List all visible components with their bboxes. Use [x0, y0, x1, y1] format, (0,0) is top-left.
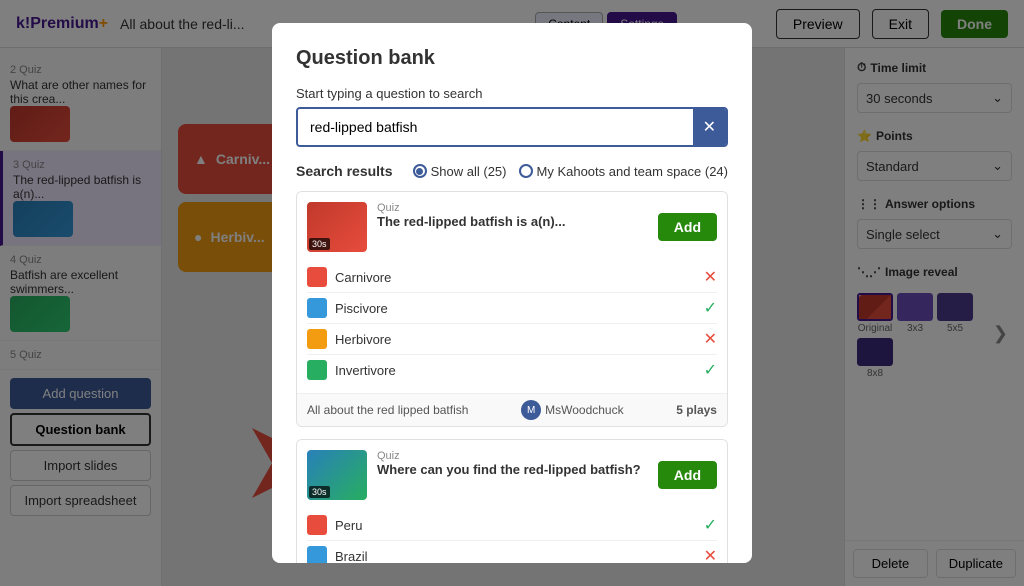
result-card-1: 30s Quiz The red-lipped batfish is a(n).…: [296, 191, 728, 427]
answer-icon-blue: [307, 546, 327, 563]
modal-overlay: Question bank Start typing a question to…: [0, 0, 1024, 586]
answer-text: Brazil: [335, 549, 696, 564]
results-header: Search results Show all (25) My Kahoots …: [296, 163, 728, 179]
question-bank-modal: Question bank Start typing a question to…: [272, 23, 752, 563]
result-card-2-info: Quiz Where can you find the red-lipped b…: [377, 450, 648, 477]
search-clear-button[interactable]: ✕: [693, 109, 726, 145]
show-all-label: Show all (25): [431, 164, 507, 179]
answer-correct-icon: ✓: [704, 298, 717, 318]
answer-row: Carnivore ✕: [307, 262, 717, 293]
result-card-1-question: The red-lipped batfish is a(n)...: [377, 214, 648, 229]
result-card-1-timer: 30s: [309, 238, 330, 250]
results-label: Search results: [296, 163, 393, 179]
search-row: ✕: [296, 107, 728, 147]
answer-icon-blue: [307, 298, 327, 318]
user-avatar: M: [521, 400, 541, 420]
answer-text: Herbivore: [335, 332, 696, 347]
result-card-2: 30s Quiz Where can you find the red-lipp…: [296, 439, 728, 563]
result-card-1-header: 30s Quiz The red-lipped batfish is a(n).…: [297, 192, 727, 262]
answer-icon-red: [307, 267, 327, 287]
answer-wrong-icon: ✕: [704, 546, 717, 563]
answer-text: Peru: [335, 518, 696, 533]
answer-icon-yellow: [307, 329, 327, 349]
answer-icon-red: [307, 515, 327, 535]
result-card-1-thumb: 30s: [307, 202, 367, 252]
my-kahoots-radio-dot: [519, 164, 533, 178]
answer-correct-icon: ✓: [704, 360, 717, 380]
result-card-2-add-button[interactable]: Add: [658, 461, 717, 489]
answer-row: Invertivore ✓: [307, 355, 717, 385]
user-badge: M MsWoodchuck: [521, 400, 623, 420]
answer-wrong-icon: ✕: [704, 267, 717, 287]
show-all-radio[interactable]: Show all (25): [413, 164, 507, 179]
username: MsWoodchuck: [545, 403, 623, 417]
plays-count: 5 plays: [676, 403, 717, 417]
answer-wrong-icon: ✕: [704, 329, 717, 349]
answer-text: Piscivore: [335, 301, 696, 316]
search-input[interactable]: [298, 111, 693, 143]
my-kahoots-label: My Kahoots and team space (24): [537, 164, 729, 179]
answer-text: Invertivore: [335, 363, 696, 378]
result-card-1-type: Quiz: [377, 202, 648, 214]
result-card-2-question: Where can you find the red-lipped batfis…: [377, 462, 648, 477]
answer-row: Brazil ✕: [307, 541, 717, 563]
result-card-2-header: 30s Quiz Where can you find the red-lipp…: [297, 440, 727, 510]
answer-text: Carnivore: [335, 270, 696, 285]
answer-row: Piscivore ✓: [307, 293, 717, 324]
result-card-1-answers: Carnivore ✕ Piscivore ✓ Herbivore ✕ Inve…: [297, 262, 727, 393]
my-kahoots-radio[interactable]: My Kahoots and team space (24): [519, 164, 729, 179]
show-all-radio-dot: [413, 164, 427, 178]
modal-title: Question bank: [296, 47, 728, 70]
result-card-1-add-button[interactable]: Add: [658, 213, 717, 241]
result-card-1-footer: All about the red lipped batfish M MsWoo…: [297, 393, 727, 426]
result-card-2-type: Quiz: [377, 450, 648, 462]
card-footer-kahoots: All about the red lipped batfish: [307, 403, 468, 417]
result-card-2-thumb: 30s: [307, 450, 367, 500]
answer-correct-icon: ✓: [704, 515, 717, 535]
result-card-1-info: Quiz The red-lipped batfish is a(n)...: [377, 202, 648, 229]
result-card-2-answers: Peru ✓ Brazil ✕ Galapagos ✓ All over the…: [297, 510, 727, 563]
filter-radio-group: Show all (25) My Kahoots and team space …: [413, 164, 728, 179]
answer-icon-green: [307, 360, 327, 380]
answer-row: Herbivore ✕: [307, 324, 717, 355]
result-card-2-timer: 30s: [309, 486, 330, 498]
answer-row: Peru ✓: [307, 510, 717, 541]
search-label: Start typing a question to search: [296, 86, 728, 101]
